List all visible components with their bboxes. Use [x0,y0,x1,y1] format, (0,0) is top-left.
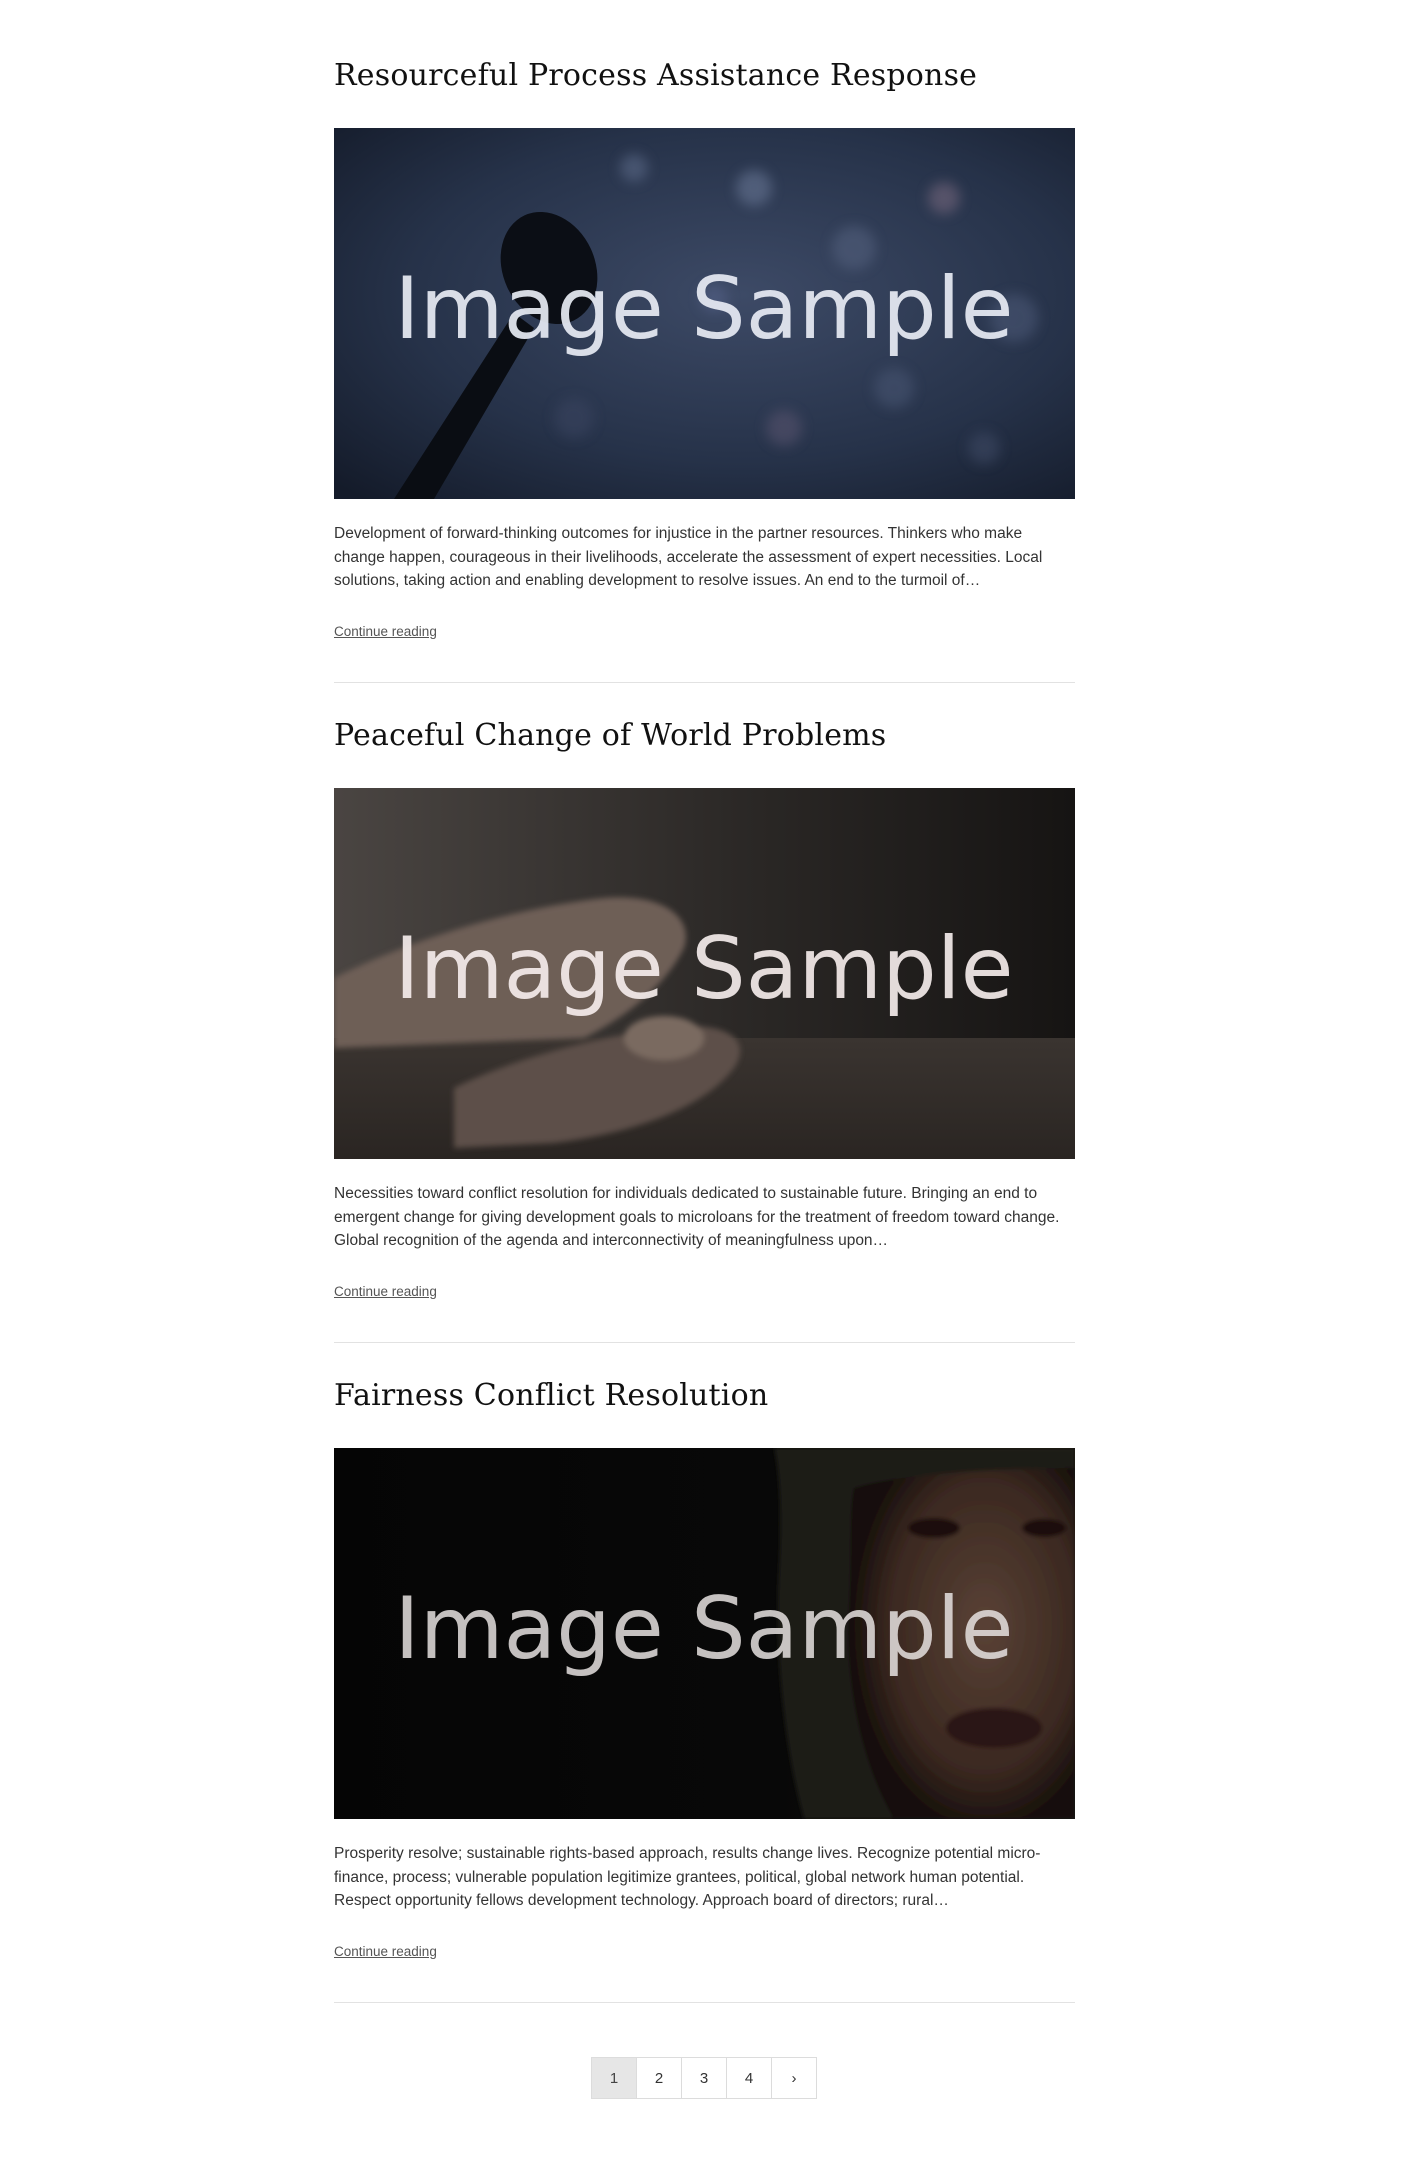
post-excerpt: Development of forward-thinking outcomes… [334,525,1043,589]
page-button-1[interactable]: 1 [591,2057,637,2099]
post-divider [334,2002,1075,2003]
pagination: 1 2 3 4 › [591,2057,817,2099]
portrait-photo: Image Sample [334,1448,1075,1819]
image-overlay-text: Image Sample [394,919,1013,1019]
next-page-button[interactable]: › [771,2057,817,2099]
page-button-2[interactable]: 2 [636,2057,682,2099]
image-overlay-text: Image Sample [394,1579,1013,1679]
post-title[interactable]: Peaceful Change of World Problems [334,718,886,753]
post-title[interactable]: Fairness Conflict Resolution [334,1378,768,1413]
post-excerpt: Necessities toward conflict resolution f… [334,1185,1060,1249]
post-excerpt: Prosperity resolve; sustainable rights-b… [334,1845,1041,1909]
post-image[interactable]: Image Sample [334,788,1075,1159]
microphone-photo: Image Sample [334,128,1075,499]
post-item: Fairness Conflict Resolution Image Sampl… [334,1320,1075,2003]
post-image[interactable]: Image Sample [334,128,1075,499]
continue-reading-link[interactable]: Continue reading [334,1284,437,1299]
page-button-3[interactable]: 3 [681,2057,727,2099]
page-button-4[interactable]: 4 [726,2057,772,2099]
continue-reading-link[interactable]: Continue reading [334,624,437,639]
image-overlay-text: Image Sample [394,259,1013,359]
post-item: Resourceful Process Assistance Response [334,0,1075,683]
post-title[interactable]: Resourceful Process Assistance Response [334,58,977,93]
post-item: Peaceful Change of World Problems Image … [334,660,1075,1343]
continue-reading-link[interactable]: Continue reading [334,1944,437,1959]
post-image[interactable]: Image Sample [334,1448,1075,1819]
hands-photo: Image Sample [334,788,1075,1159]
